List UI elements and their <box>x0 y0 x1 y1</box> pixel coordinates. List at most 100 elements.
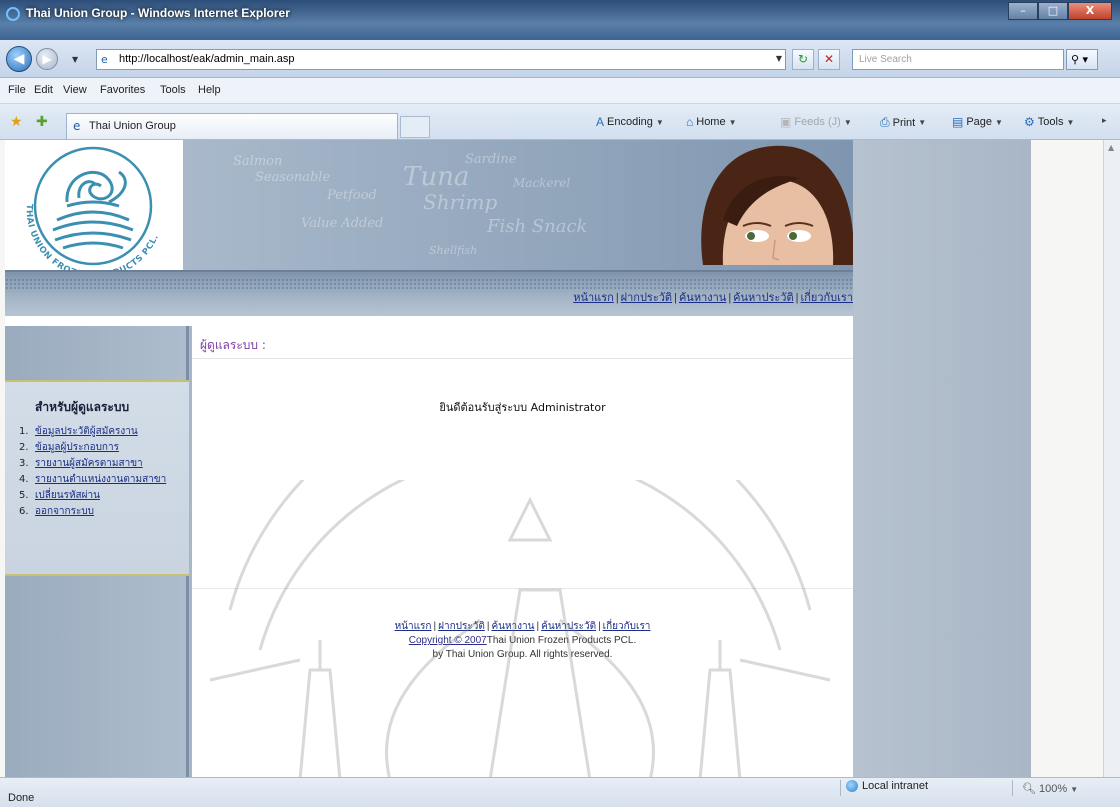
stop-button[interactable]: ✕ <box>818 49 840 70</box>
footer-link-search-jobs[interactable]: ค้นหางาน <box>491 621 534 632</box>
refresh-button[interactable]: ↻ <box>792 49 814 70</box>
sidebar-item-employer-info[interactable]: ข้อมูลผู้ประกอบการ <box>35 442 119 454</box>
page-menu-icon: ▤ <box>952 115 964 129</box>
address-bar[interactable]: e http://localhost/eak/admin_main.asp ▼ <box>96 49 786 70</box>
menu-edit[interactable]: Edit <box>34 84 53 96</box>
footer-divider <box>192 588 853 589</box>
menu-help[interactable]: Help <box>198 84 221 96</box>
title-bar: Thai Union Group - Windows Internet Expl… <box>0 0 1120 40</box>
security-zone[interactable]: Local intranet <box>846 780 928 792</box>
zoom-dropdown-icon: ▼ <box>1070 785 1079 794</box>
header-divider <box>5 316 853 326</box>
tools-button[interactable]: ⚙ Tools ▼ <box>1024 115 1074 129</box>
footer-links: หน้าแรก | ฝากประวัติ | ค้นหางาน | ค้นหาประวัติ… <box>394 621 651 632</box>
back-button[interactable]: ◀ <box>6 46 32 72</box>
intranet-globe-icon <box>846 780 858 792</box>
tab-bar: ★ ✚ e Thai Union Group A Encoding ▼ ⌂ Home ▼… <box>0 104 1120 140</box>
print-button[interactable]: ⎙ Print ▼ <box>880 115 926 130</box>
sidebar-item-change-password[interactable]: เปลี่ยนรหัสผ่าน <box>35 490 100 502</box>
sidebar-item-logout[interactable]: ออกจากระบบ <box>35 506 94 518</box>
zoom-level[interactable]: 🔍︎ 100% ▼ <box>1022 782 1078 795</box>
header-word: Fish Snack <box>487 216 588 237</box>
maximize-button[interactable]: □ <box>1038 2 1068 20</box>
tab-page-icon: e <box>73 119 81 133</box>
window-controls: – □ X <box>1008 2 1112 20</box>
menu-file[interactable]: File <box>8 84 26 96</box>
footer-link-register-resume[interactable]: ฝากประวัติ <box>438 621 485 632</box>
encoding-button[interactable]: A Encoding ▼ <box>596 115 664 129</box>
ie-logo-icon <box>6 7 20 21</box>
page-button[interactable]: ▤ Page ▼ <box>952 115 1003 129</box>
close-button[interactable]: X <box>1068 2 1112 20</box>
company-logo: THAI UNION FROZEN PRODUCTS PCL. <box>5 140 183 270</box>
menu-view[interactable]: View <box>63 84 87 96</box>
header-nav-band: หน้าแรก | ฝากประวัติ | ค้นหางาน | ค้นหาประวัติ… <box>5 270 853 316</box>
menu-tools[interactable]: Tools <box>160 84 186 96</box>
minimize-button[interactable]: – <box>1008 2 1038 20</box>
chevron-right-icon[interactable]: ▸ <box>1102 116 1107 126</box>
header-word: Sardine <box>465 152 517 167</box>
header-word: Petfood <box>327 188 377 203</box>
sidebar-item-applicants-by-branch-report[interactable]: รายงานผู้สมัครตามสาขา <box>35 458 143 470</box>
page-viewport: Salmon Sardine Tuna Mackerel Seasonable … <box>0 140 1103 777</box>
zoom-icon: 🔍︎ <box>1022 783 1036 795</box>
site-right-gutter <box>853 140 1031 777</box>
address-dropdown-icon[interactable]: ▼ <box>776 54 782 63</box>
title-divider <box>192 358 853 359</box>
add-favorite-icon[interactable]: ✚ <box>36 114 48 130</box>
header-word: Shrimp <box>423 190 498 214</box>
footer-rights: by Thai Union Group. All rights reserved… <box>432 649 613 660</box>
menu-favorites[interactable]: Favorites <box>100 84 145 96</box>
search-button[interactable]: ⚲ ▾ <box>1066 49 1098 70</box>
header-word: Salmon <box>233 154 283 169</box>
gear-icon: ⚙ <box>1024 115 1035 129</box>
page-icon: e <box>101 53 108 66</box>
address-url: http://localhost/eak/admin_main.asp <box>119 53 295 65</box>
page-title: ผู้ดูแลระบบ : <box>200 338 266 352</box>
list-item: 6. ออกจากระบบ <box>19 506 95 518</box>
top-link-home[interactable]: หน้าแรก <box>573 292 614 304</box>
site-footer: หน้าแรก | ฝากประวัติ | ค้นหางาน | ค้นหาประวัติ… <box>192 620 853 662</box>
home-button[interactable]: ⌂ Home ▼ <box>686 115 737 129</box>
top-link-about-us[interactable]: เกี่ยวกับเรา <box>800 292 853 304</box>
admin-menu-list: 1. ข้อมูลประวัติผู้สมัครงาน 2. ข้อมูลผู้ปร… <box>19 426 179 522</box>
top-link-register-resume[interactable]: ฝากประวัติ <box>621 292 672 304</box>
company-name: Thai Union Frozen Products PCL. <box>486 635 637 646</box>
header-word: Shellfish <box>429 244 478 257</box>
window-title: Thai Union Group - Windows Internet Expl… <box>26 6 290 20</box>
vertical-scrollbar[interactable]: ▲ <box>1103 140 1120 777</box>
search-input[interactable]: Live Search <box>852 49 1064 70</box>
favorites-center-icon[interactable]: ★ <box>10 114 23 130</box>
new-tab-button[interactable] <box>400 116 430 138</box>
main-content: ผู้ดูแลระบบ : ยินดีต้อนรับสู่ระบบ Admini… <box>192 326 853 777</box>
footer-link-about-us[interactable]: เกี่ยวกับเรา <box>603 621 651 632</box>
top-link-search-jobs[interactable]: ค้นหางาน <box>679 292 726 304</box>
header-woman-photo <box>701 145 853 265</box>
scroll-up-icon[interactable]: ▲ <box>1108 143 1114 152</box>
home-icon: ⌂ <box>686 115 694 129</box>
encoding-icon: A <box>596 115 605 129</box>
header-word: Mackerel <box>513 176 571 190</box>
feeds-button[interactable]: ▣ Feeds (J) ▼ <box>780 115 852 129</box>
search-placeholder: Live Search <box>859 54 912 65</box>
site-container: Salmon Sardine Tuna Mackerel Seasonable … <box>5 140 1031 777</box>
site-header: Salmon Sardine Tuna Mackerel Seasonable … <box>5 140 853 270</box>
admin-menu-panel: สำหรับผู้ดูแลระบบ 1. ข้อมูลประวัติผู้สมัค… <box>5 380 189 576</box>
navigation-bar: ◀ ▶ ▼ e http://localhost/eak/admin_main.… <box>0 40 1120 78</box>
recent-pages-dropdown-icon[interactable]: ▼ <box>72 55 78 64</box>
forward-button[interactable]: ▶ <box>36 48 58 70</box>
footer-link-home[interactable]: หน้าแรก <box>395 621 432 632</box>
top-link-search-resumes[interactable]: ค้นหาประวัติ <box>733 292 793 304</box>
zone-label: Local intranet <box>862 780 929 792</box>
footer-link-search-resumes[interactable]: ค้นหาประวัติ <box>541 621 596 632</box>
footer-copyright: Copyright © 2007Thai Union Frozen Produc… <box>192 634 853 648</box>
browser-window: Thai Union Group - Windows Internet Expl… <box>0 0 1120 807</box>
list-item: 3. รายงานผู้สมัครตามสาขา <box>19 458 143 470</box>
copyright-link[interactable]: Copyright © 2007 <box>409 635 487 646</box>
sidebar-item-positions-by-branch-report[interactable]: รายงานตำแหน่งงานตามสาขา <box>35 474 166 486</box>
admin-sidebar: สำหรับผู้ดูแลระบบ 1. ข้อมูลประวัติผู้สมัค… <box>5 326 189 777</box>
header-word: Value Added <box>301 216 384 231</box>
sidebar-item-applicant-profiles[interactable]: ข้อมูลประวัติผู้สมัครงาน <box>35 426 138 438</box>
list-item: 4. รายงานตำแหน่งงานตามสาขา <box>19 474 167 486</box>
tab-thai-union-group[interactable]: e Thai Union Group <box>66 113 398 139</box>
